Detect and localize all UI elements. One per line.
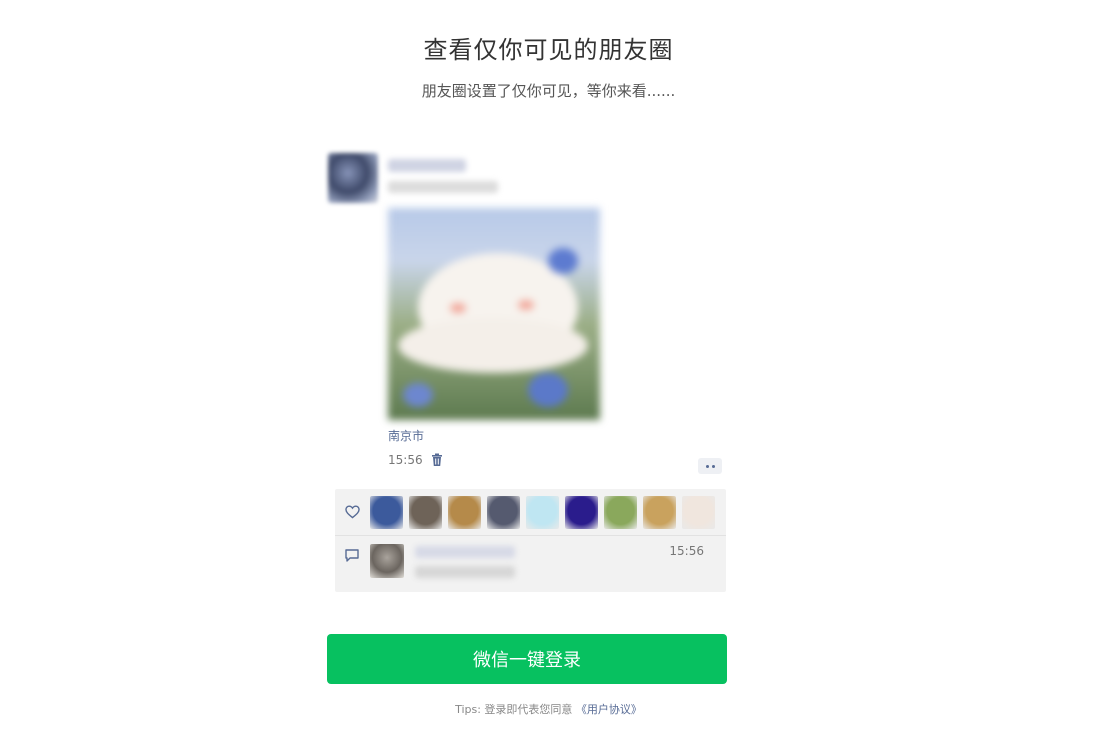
like-avatar[interactable] [448, 496, 481, 529]
moment-text-blurred [388, 181, 498, 193]
poster-name-blurred [388, 159, 466, 172]
photo-cheek [518, 300, 534, 310]
more-actions-button[interactable] [698, 458, 722, 474]
photo-flower [403, 383, 433, 407]
comment-icon [345, 549, 359, 562]
photo-cloud-base [398, 318, 588, 373]
like-avatar[interactable] [643, 496, 676, 529]
tips-text: Tips: 登录即代表您同意 [455, 703, 573, 716]
like-avatar[interactable] [604, 496, 637, 529]
like-avatar[interactable] [682, 496, 715, 529]
page-title: 查看仅你可见的朋友圈 [423, 36, 674, 64]
like-avatar[interactable] [487, 496, 520, 529]
like-avatar[interactable] [409, 496, 442, 529]
commenter-name-blurred [415, 546, 515, 558]
interaction-panel: 15:56 [335, 489, 726, 592]
tips-line: Tips: 登录即代表您同意 《用户协议》 [0, 701, 1097, 717]
photo-flower [548, 248, 578, 274]
like-avatar[interactable] [565, 496, 598, 529]
moment-time: 15:56 [388, 453, 423, 467]
photo-cheek [450, 303, 466, 313]
heart-icon [345, 505, 360, 519]
poster-avatar[interactable] [328, 153, 378, 203]
moment-location[interactable]: 南京市 [388, 427, 424, 444]
like-avatar-list [370, 496, 715, 529]
like-avatar[interactable] [526, 496, 559, 529]
likes-row [335, 489, 726, 536]
like-avatar[interactable] [370, 496, 403, 529]
comment-row: 15:56 [335, 536, 726, 592]
more-dot-icon [711, 464, 715, 468]
moment-photo[interactable] [388, 208, 600, 420]
more-dot-icon [705, 464, 709, 468]
commenter-avatar[interactable] [370, 544, 404, 578]
comment-time: 15:56 [669, 544, 704, 558]
user-agreement-link[interactable]: 《用户协议》 [576, 703, 642, 716]
trash-icon[interactable] [430, 453, 444, 467]
comment-text-blurred [415, 566, 515, 578]
wechat-login-button[interactable]: 微信一键登录 [327, 634, 727, 684]
moment-card: 南京市 15:56 15:56 [328, 153, 728, 593]
page: 查看仅你可见的朋友圈 朋友圈设置了仅你可见，等你来看...... 南京市 15:… [0, 0, 1097, 735]
photo-flower [528, 373, 568, 407]
page-subtitle: 朋友圈设置了仅你可见，等你来看...... [421, 82, 676, 100]
